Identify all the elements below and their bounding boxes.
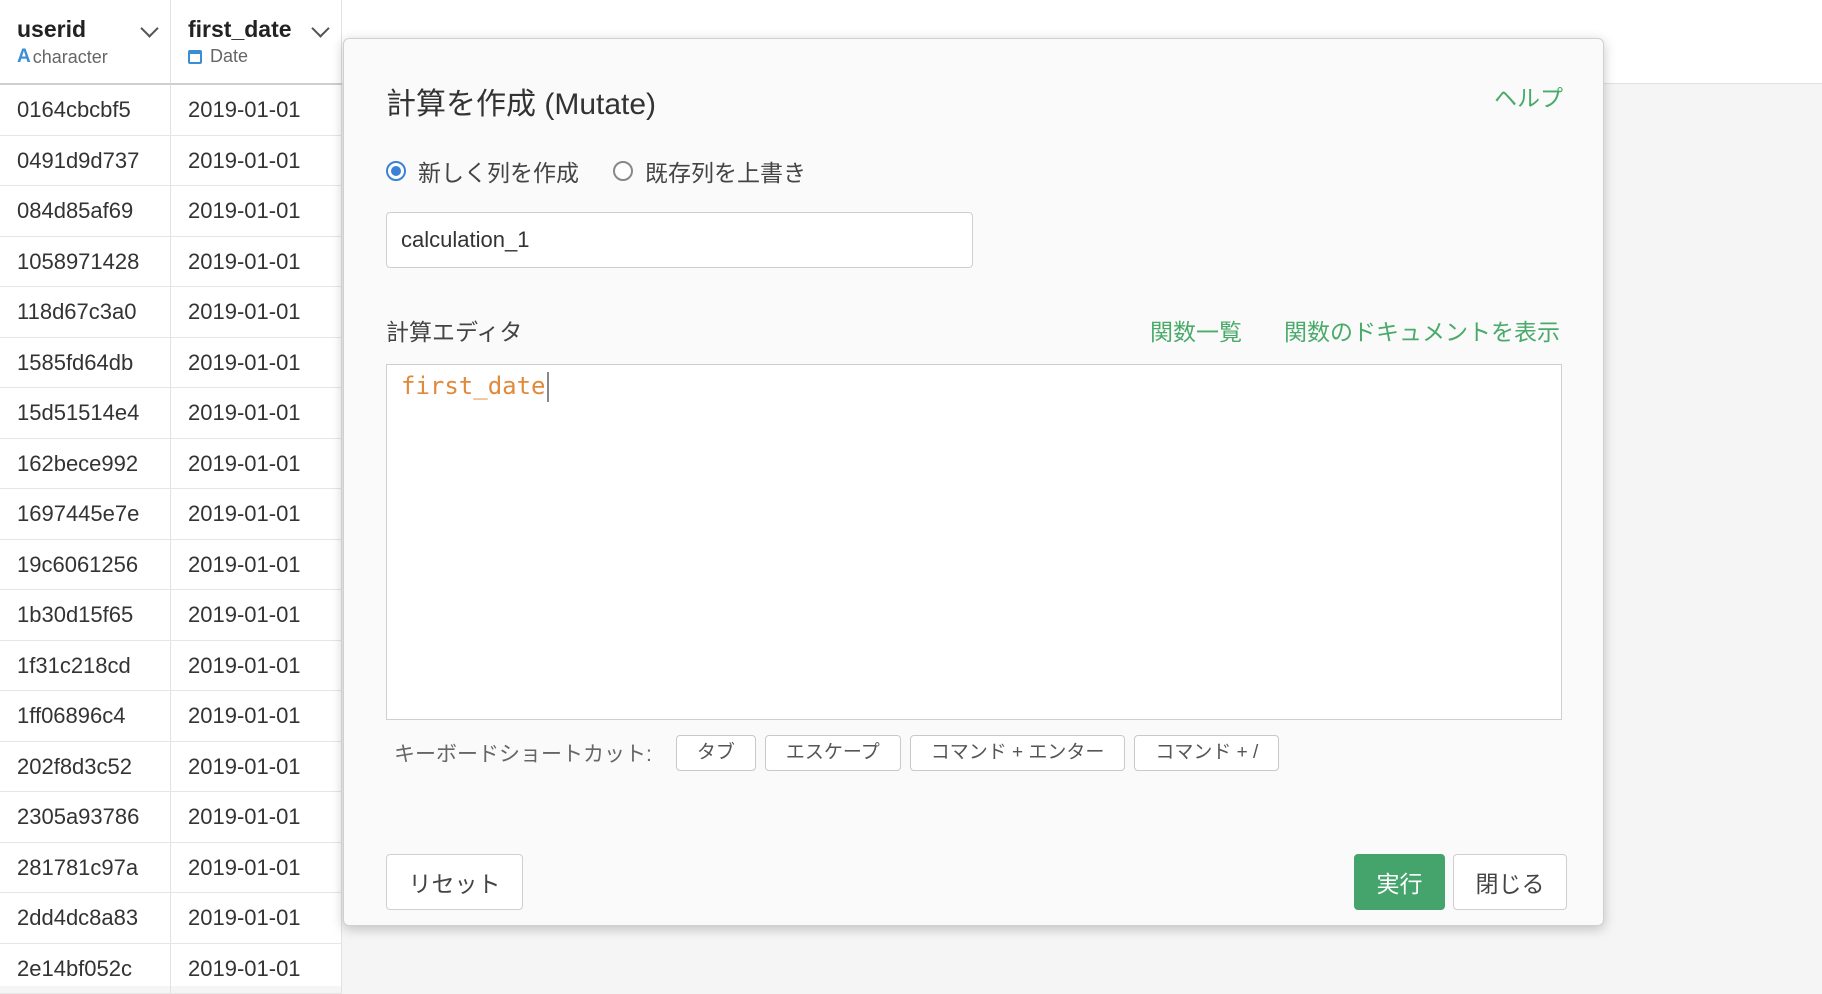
table-row[interactable]: 2e14bf052c2019-01-01	[0, 944, 342, 994]
shortcut-tab-button[interactable]: タブ	[676, 735, 756, 771]
radio-button[interactable]	[613, 161, 633, 181]
table-row[interactable]: 281781c97a2019-01-01	[0, 843, 342, 894]
shortcuts-label: キーボードショートカット:	[394, 738, 652, 768]
cell-userid[interactable]: 202f8d3c52	[0, 742, 171, 792]
cell-first-date[interactable]: 2019-01-01	[171, 136, 342, 186]
column-mode-radio-group: 新しく列を作成 既存列を上書き	[386, 154, 840, 188]
reset-button[interactable]: リセット	[386, 854, 523, 910]
cell-userid[interactable]: 1b30d15f65	[0, 590, 171, 640]
cell-first-date[interactable]: 2019-01-01	[171, 893, 342, 943]
table-body: 0164cbcbf52019-01-010491d9d7372019-01-01…	[0, 85, 342, 994]
shortcut-cmd-enter-button[interactable]: コマンド + エンター	[910, 735, 1126, 771]
table-row[interactable]: 0164cbcbf52019-01-01	[0, 85, 342, 136]
run-button[interactable]: 実行	[1354, 854, 1445, 910]
radio-button-selected[interactable]	[386, 161, 406, 181]
cell-first-date[interactable]: 2019-01-01	[171, 843, 342, 893]
table-row[interactable]: 118d67c3a02019-01-01	[0, 287, 342, 338]
cell-userid[interactable]: 2305a93786	[0, 792, 171, 842]
function-list-link[interactable]: 関数一覧	[1150, 313, 1242, 347]
table-row[interactable]: 19c60612562019-01-01	[0, 540, 342, 591]
function-docs-link[interactable]: 関数のドキュメントを表示	[1284, 313, 1560, 347]
table-row[interactable]: 162bece9922019-01-01	[0, 439, 342, 490]
column-header-first-date[interactable]: first_date Date	[171, 0, 342, 83]
editor-code: first_date	[401, 372, 546, 400]
radio-label: 既存列を上書き	[645, 154, 806, 188]
radio-new-column[interactable]: 新しく列を作成	[386, 154, 579, 188]
calendar-icon	[188, 50, 202, 64]
cell-first-date[interactable]: 2019-01-01	[171, 439, 342, 489]
cell-first-date[interactable]: 2019-01-01	[171, 742, 342, 792]
radio-overwrite-column[interactable]: 既存列を上書き	[613, 154, 806, 188]
table-row[interactable]: 1b30d15f652019-01-01	[0, 590, 342, 641]
table-row[interactable]: 2dd4dc8a832019-01-01	[0, 893, 342, 944]
cell-userid[interactable]: 084d85af69	[0, 186, 171, 236]
dialog-title: 計算を作成 (Mutate)	[386, 79, 656, 123]
table-row[interactable]: 1585fd64db2019-01-01	[0, 338, 342, 389]
cell-userid[interactable]: 2dd4dc8a83	[0, 893, 171, 943]
cell-userid[interactable]: 1058971428	[0, 237, 171, 287]
cell-userid[interactable]: 0164cbcbf5	[0, 85, 171, 135]
table-row[interactable]: 084d85af692019-01-01	[0, 186, 342, 237]
table-row[interactable]: 1f31c218cd2019-01-01	[0, 641, 342, 692]
column-type: A character	[17, 46, 170, 68]
keyboard-shortcuts: キーボードショートカット: タブ エスケープ コマンド + エンター コマンド …	[394, 735, 1288, 771]
table-row[interactable]: 10589714282019-01-01	[0, 237, 342, 288]
cell-first-date[interactable]: 2019-01-01	[171, 489, 342, 539]
column-type-label: character	[33, 47, 108, 68]
cell-first-date[interactable]: 2019-01-01	[171, 338, 342, 388]
column-type-label: Date	[210, 46, 248, 67]
table-row[interactable]: 202f8d3c522019-01-01	[0, 742, 342, 793]
cell-userid[interactable]: 0491d9d737	[0, 136, 171, 186]
shortcut-escape-button[interactable]: エスケープ	[765, 735, 901, 771]
table-header: userid A character first_date Date	[0, 0, 342, 85]
help-link[interactable]: ヘルプ	[1494, 79, 1563, 113]
editor-label: 計算エディタ	[386, 313, 522, 347]
cell-first-date[interactable]: 2019-01-01	[171, 388, 342, 438]
column-type: Date	[188, 46, 341, 67]
mutate-dialog: 計算を作成 (Mutate) ヘルプ 新しく列を作成 既存列を上書き 計算エディ…	[343, 38, 1604, 926]
cell-userid[interactable]: 281781c97a	[0, 843, 171, 893]
cell-userid[interactable]: 162bece992	[0, 439, 171, 489]
cell-first-date[interactable]: 2019-01-01	[171, 641, 342, 691]
cell-first-date[interactable]: 2019-01-01	[171, 287, 342, 337]
cell-userid[interactable]: 15d51514e4	[0, 388, 171, 438]
cell-first-date[interactable]: 2019-01-01	[171, 186, 342, 236]
cell-userid[interactable]: 1f31c218cd	[0, 641, 171, 691]
cell-first-date[interactable]: 2019-01-01	[171, 540, 342, 590]
shortcut-cmd-slash-button[interactable]: コマンド + /	[1134, 735, 1279, 771]
function-links: 関数一覧 関数のドキュメントを表示	[1150, 313, 1560, 347]
column-name-input[interactable]	[386, 212, 973, 268]
table-row[interactable]: 2305a937862019-01-01	[0, 792, 342, 843]
table-row[interactable]: 1697445e7e2019-01-01	[0, 489, 342, 540]
text-cursor	[547, 372, 549, 402]
data-table: userid A character first_date Date 0164c…	[0, 0, 342, 986]
radio-label: 新しく列を作成	[418, 154, 579, 188]
table-row[interactable]: 1ff06896c42019-01-01	[0, 691, 342, 742]
cell-userid[interactable]: 1697445e7e	[0, 489, 171, 539]
cell-first-date[interactable]: 2019-01-01	[171, 792, 342, 842]
cell-first-date[interactable]: 2019-01-01	[171, 237, 342, 287]
cell-userid[interactable]: 118d67c3a0	[0, 287, 171, 337]
close-button[interactable]: 閉じる	[1453, 854, 1567, 910]
table-row[interactable]: 0491d9d7372019-01-01	[0, 136, 342, 187]
character-type-icon: A	[17, 46, 31, 68]
cell-first-date[interactable]: 2019-01-01	[171, 85, 342, 135]
calculation-editor[interactable]: first_date	[386, 364, 1562, 720]
cell-userid[interactable]: 1ff06896c4	[0, 691, 171, 741]
cell-userid[interactable]: 1585fd64db	[0, 338, 171, 388]
cell-first-date[interactable]: 2019-01-01	[171, 691, 342, 741]
column-header-userid[interactable]: userid A character	[0, 0, 171, 83]
cell-first-date[interactable]: 2019-01-01	[171, 590, 342, 640]
table-row[interactable]: 15d51514e42019-01-01	[0, 388, 342, 439]
cell-userid[interactable]: 19c6061256	[0, 540, 171, 590]
